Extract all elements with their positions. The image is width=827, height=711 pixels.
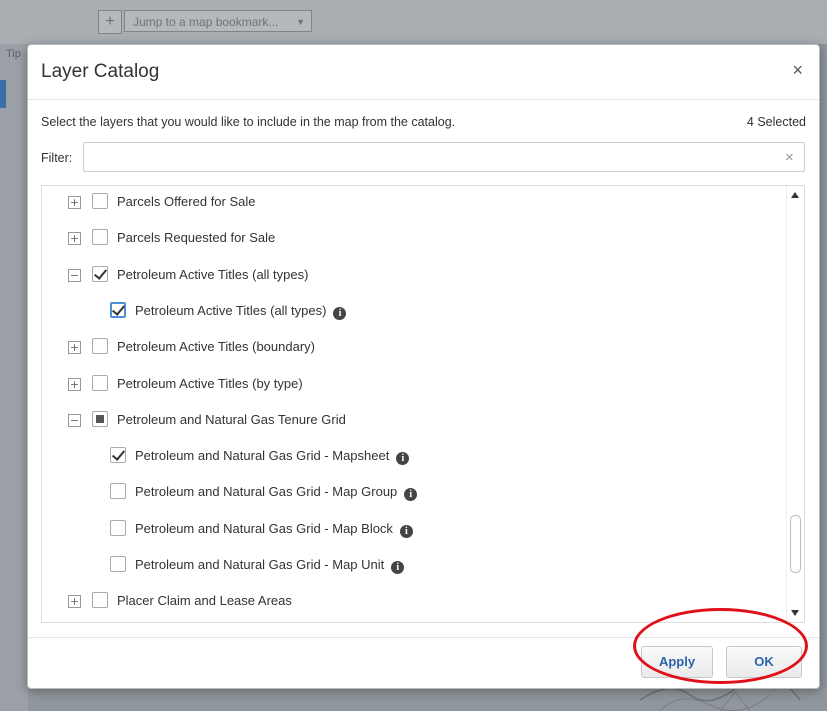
selected-count: 4 Selected bbox=[746, 115, 806, 129]
ok-button[interactable]: OK bbox=[726, 646, 802, 678]
background-toolbar: + Jump to a map bookmark... ▼ bbox=[0, 0, 827, 45]
layer-row[interactable]: + Petroleum Active Titles (boundary) bbox=[42, 333, 787, 363]
background-accent-tab bbox=[0, 80, 6, 108]
info-icon[interactable]: i bbox=[391, 561, 405, 574]
bookmark-dropdown[interactable]: Jump to a map bookmark... ▼ bbox=[124, 10, 312, 32]
child-layer-row[interactable]: Petroleum Active Titles (all types) i bbox=[42, 297, 787, 327]
info-icon[interactable]: i bbox=[404, 488, 418, 502]
scroll-down-arrow-icon[interactable] bbox=[791, 610, 799, 616]
add-button[interactable]: + bbox=[98, 10, 122, 34]
layer-label: Petroleum Active Titles (all types) bbox=[117, 266, 309, 282]
layer-row[interactable]: + Parcels Requested for Sale bbox=[42, 224, 787, 254]
layer-label: Placer Claim and Lease Areas bbox=[117, 593, 292, 609]
layer-label: Petroleum Active Titles (by type) bbox=[117, 375, 303, 391]
layer-label-wrap: Petroleum and Natural Gas Tenure Grid bbox=[117, 412, 346, 427]
close-icon[interactable]: × bbox=[792, 61, 803, 79]
layer-row[interactable]: + Petroleum Active Titles (by type) bbox=[42, 370, 787, 400]
footer-divider bbox=[28, 637, 819, 638]
layer-catalog-dialog: Layer Catalog × Select the layers that y… bbox=[27, 44, 820, 689]
expand-icon[interactable]: + bbox=[68, 341, 81, 355]
scroll-up-arrow-icon[interactable] bbox=[791, 192, 799, 198]
layer-row[interactable]: + Parcels Offered for Sale bbox=[42, 188, 787, 218]
layer-label: Petroleum and Natural Gas Tenure Grid bbox=[117, 411, 346, 427]
layer-label: Petroleum and Natural Gas Grid - Mapshee… bbox=[135, 448, 390, 464]
background-tip-label: Tip bbox=[6, 48, 21, 60]
layer-label-wrap: Parcels Offered for Sale bbox=[117, 194, 256, 209]
expand-icon[interactable]: + bbox=[68, 595, 81, 609]
layer-label-wrap: Petroleum Active Titles (boundary) bbox=[117, 339, 315, 354]
layer-label: Petroleum Active Titles (boundary) bbox=[117, 339, 315, 355]
chevron-down-icon: ▼ bbox=[296, 17, 305, 27]
layer-checkbox[interactable] bbox=[92, 374, 108, 391]
clear-filter-icon[interactable]: × bbox=[785, 149, 794, 166]
child-layer-row[interactable]: Petroleum and Natural Gas Grid - Map Blo… bbox=[42, 515, 787, 545]
layer-row[interactable]: + Placer Claim and Lease Areas bbox=[42, 587, 787, 617]
layer-label-wrap: Petroleum Active Titles (all types) bbox=[117, 267, 308, 282]
filter-label: Filter: bbox=[41, 151, 73, 165]
layer-label-wrap: Petroleum and Natural Gas Grid - Map Gro… bbox=[135, 484, 418, 502]
layer-label: Petroleum and Natural Gas Grid - Map Gro… bbox=[135, 484, 398, 500]
child-layer-row[interactable]: Petroleum and Natural Gas Grid - Mapshee… bbox=[42, 442, 787, 472]
tree-scrollbar[interactable] bbox=[786, 186, 804, 622]
layer-checkbox[interactable] bbox=[92, 265, 108, 282]
layer-checkbox[interactable] bbox=[92, 229, 108, 246]
layer-row[interactable]: − Petroleum and Natural Gas Tenure Grid bbox=[42, 406, 787, 436]
layer-checkbox[interactable] bbox=[110, 556, 126, 572]
child-layer-row[interactable]: Petroleum and Natural Gas Grid - Map Gro… bbox=[42, 478, 787, 508]
dialog-header: Layer Catalog × bbox=[28, 45, 819, 100]
layer-label-wrap: Parcels Requested for Sale bbox=[117, 230, 275, 245]
layer-label: Petroleum and Natural Gas Grid - Map Uni… bbox=[135, 557, 385, 572]
info-icon[interactable]: i bbox=[399, 524, 413, 538]
instructions-text: Select the layers that you would like to… bbox=[41, 115, 456, 129]
layer-tree[interactable]: + Placer Claim and Lease Areas Petroleum a… bbox=[41, 185, 805, 623]
layer-checkbox[interactable] bbox=[92, 338, 108, 355]
apply-button[interactable]: Apply bbox=[641, 646, 713, 678]
layer-checkbox[interactable] bbox=[92, 193, 108, 209]
collapse-icon[interactable]: − bbox=[68, 413, 81, 427]
info-icon[interactable]: i bbox=[333, 306, 347, 320]
layer-label-wrap: Petroleum and Natural Gas Grid - Mapshee… bbox=[135, 448, 410, 466]
scroll-thumb[interactable] bbox=[790, 515, 801, 573]
layer-label: Parcels Offered for Sale bbox=[117, 194, 256, 209]
info-icon[interactable]: i bbox=[396, 452, 410, 466]
layer-label-wrap: Petroleum and Natural Gas Grid - Map Blo… bbox=[135, 521, 413, 538]
layer-checkbox[interactable] bbox=[110, 519, 126, 536]
layer-label-wrap: Petroleum Active Titles (by type) bbox=[117, 376, 303, 391]
layer-label-wrap: Petroleum and Natural Gas Grid - Map Uni… bbox=[135, 557, 405, 574]
expand-icon[interactable]: + bbox=[68, 232, 81, 246]
expand-icon[interactable]: + bbox=[68, 196, 81, 209]
layer-row[interactable]: − Petroleum Active Titles (all types) bbox=[42, 261, 787, 291]
layer-checkbox[interactable] bbox=[110, 301, 126, 318]
layer-label: Petroleum Active Titles (all types) bbox=[135, 302, 327, 318]
bookmark-placeholder: Jump to a map bookmark... bbox=[133, 15, 279, 29]
layer-checkbox[interactable] bbox=[92, 592, 108, 609]
child-layer-row[interactable]: Petroleum and Natural Gas Grid - Map Uni… bbox=[42, 551, 787, 581]
background-side-panel bbox=[0, 44, 28, 711]
layer-label: Parcels Requested for Sale bbox=[117, 230, 276, 246]
expand-icon[interactable]: + bbox=[68, 377, 81, 391]
layer-checkbox[interactable] bbox=[110, 483, 126, 500]
collapse-icon[interactable]: − bbox=[68, 268, 81, 282]
layer-label-wrap: Petroleum Active Titles (all types) i bbox=[135, 302, 347, 320]
layer-checkbox[interactable] bbox=[92, 410, 108, 427]
layer-checkbox[interactable] bbox=[110, 447, 126, 464]
dialog-title: Layer Catalog bbox=[41, 61, 160, 82]
filter-input[interactable] bbox=[83, 142, 805, 172]
layer-label-wrap: Placer Claim and Lease Areas bbox=[117, 593, 292, 608]
layer-label: Petroleum and Natural Gas Grid - Map Blo… bbox=[135, 520, 393, 536]
